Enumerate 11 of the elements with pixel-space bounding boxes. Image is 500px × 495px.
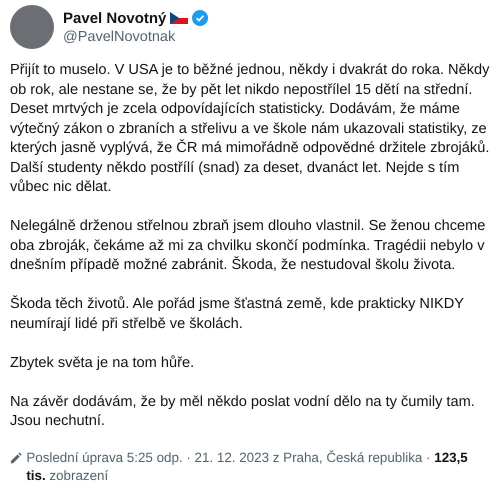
post-paragraph: Na závěr dodávám, že by měl někdo poslat vodní dělo na ty čumily tam. Jsou nechutní.: [10, 392, 476, 431]
post-paragraph: Přijít to muselo. V USA je to běžné jednou, někdy i dvakrát do roka. Někdy ob rok, ale nestane se, že by pět let nikdo nepostřílel 15 dětí na střední. Deset mrtvých je zcela odpovídajících statisticky. Dodávám, že máme výtečný zákon o zbraních a střelivu a ve škole nám ukazovali statistiky, ze kterých jasně vyplývá, že ČR má mimořádně odpovědné držitele zbrojáků. Další studenty někdo postřílí (snad) za deset, dvanáct let. Nejde s tím vůbec nic dělat.: [10, 61, 490, 197]
avatar[interactable]: [10, 5, 54, 49]
post-metadata: Poslední úprava 5:25 odp. · 21. 12. 2023 z Praha, Česká republika · 123,5 tis. zobrazení: [26, 449, 469, 485]
author-handle[interactable]: @PavelNovotnak: [63, 28, 208, 44]
flag-icon: [170, 12, 188, 24]
post-paragraph: Škoda těch životů. Ale pořád jsme šťastná země, kde prakticky NIKDY neumírají lidé při střelbě ve školách.: [10, 295, 465, 334]
post-paragraph: Zbytek světa je na tom hůře.: [10, 354, 196, 372]
post-paragraph: Nelegálně drženou střelnou zbraň jsem dlouho vlastnil. Se ženou chceme oba zbroják, čekáme až mi za chvilku skončí podmínka. Tragédii nebylo v dnešním případě možné zabránit. Škoda, že nestudoval školu života.: [10, 217, 486, 275]
author-name[interactable]: Pavel Novotný: [63, 10, 166, 26]
pencil-icon: [10, 451, 22, 465]
